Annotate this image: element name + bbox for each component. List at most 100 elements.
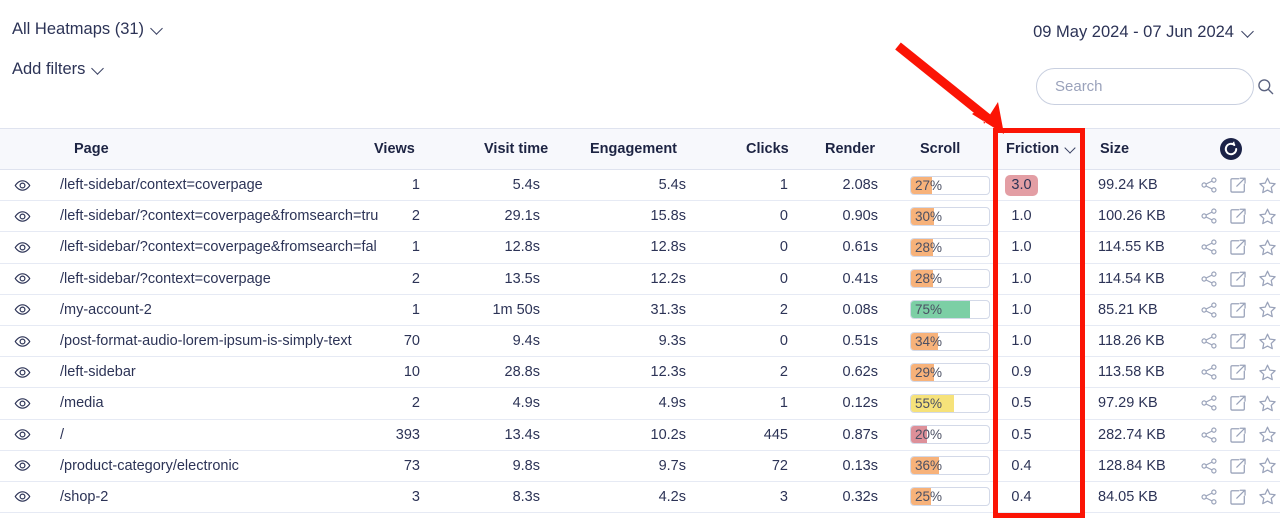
refresh-icon[interactable] [1219, 137, 1243, 161]
add-filters-button[interactable]: Add filters [12, 60, 104, 79]
share-icon[interactable] [1200, 332, 1218, 350]
row-preview-button[interactable] [14, 232, 44, 262]
search-box[interactable] [1036, 68, 1274, 105]
column-header-size[interactable]: Size [1100, 129, 1129, 169]
scroll-progress-bar: 29% [910, 362, 990, 382]
row-preview-button[interactable] [14, 264, 44, 294]
friction-value: 0.5 [1011, 395, 1032, 412]
row-preview-button[interactable] [14, 201, 44, 231]
cell-page[interactable]: /left-sidebar/context=coverpage [60, 170, 382, 200]
date-range-picker[interactable]: 09 May 2024 - 07 Jun 2024 [1033, 23, 1254, 42]
star-icon[interactable] [1258, 207, 1277, 226]
table-row[interactable]: /left-sidebar/?context=coverpage 2 13.5s 12… [0, 263, 1280, 295]
row-preview-button[interactable] [14, 295, 44, 325]
star-icon[interactable] [1258, 394, 1277, 413]
search-input[interactable] [1053, 77, 1256, 96]
cell-page[interactable]: /left-sidebar [60, 357, 382, 387]
star-icon[interactable] [1258, 456, 1277, 475]
cell-page[interactable]: /left-sidebar/?context=coverpage [60, 264, 382, 294]
row-preview-button[interactable] [14, 482, 44, 512]
share-icon[interactable] [1200, 488, 1218, 506]
heatmap-selector[interactable]: All Heatmaps (31) [12, 20, 163, 39]
row-preview-button[interactable] [14, 357, 44, 387]
share-icon[interactable] [1200, 176, 1218, 194]
open-external-icon[interactable] [1229, 207, 1247, 225]
share-icon[interactable] [1200, 301, 1218, 319]
row-preview-button[interactable] [14, 326, 44, 356]
star-icon[interactable] [1258, 238, 1277, 257]
star-icon[interactable] [1258, 269, 1277, 288]
open-external-icon[interactable] [1229, 426, 1247, 444]
open-external-icon[interactable] [1229, 301, 1247, 319]
row-preview-button[interactable] [14, 420, 44, 450]
cell-page[interactable]: /my-account-2 [60, 295, 382, 325]
cell-page[interactable]: /left-sidebar/?context=coverpage&fromsea… [60, 201, 382, 231]
eye-icon[interactable] [14, 488, 31, 505]
eye-icon[interactable] [14, 208, 31, 225]
column-header-scroll[interactable]: Scroll [920, 129, 960, 169]
table-row[interactable]: / 393 13.4s 10.2s 445 0.87s 20% 0.5 282.74 KB [0, 419, 1280, 451]
share-icon[interactable] [1200, 363, 1218, 381]
open-external-icon[interactable] [1229, 394, 1247, 412]
search-icon[interactable] [1256, 77, 1275, 96]
eye-icon[interactable] [14, 333, 31, 350]
open-external-icon[interactable] [1229, 363, 1247, 381]
cell-page[interactable]: / [60, 420, 382, 450]
table-row[interactable]: /left-sidebar/?context=coverpage&fromsea… [0, 232, 1280, 264]
open-external-icon[interactable] [1229, 332, 1247, 350]
open-external-icon[interactable] [1229, 238, 1247, 256]
table-row[interactable]: /post-format-audio-lorem-ipsum-is-simply… [0, 325, 1280, 358]
star-icon[interactable] [1258, 363, 1277, 382]
eye-icon[interactable] [14, 301, 31, 318]
refresh-button[interactable] [1219, 129, 1243, 169]
column-header-views[interactable]: Views [374, 129, 415, 169]
column-header-friction[interactable]: Friction [1006, 129, 1077, 169]
eye-icon[interactable] [14, 395, 31, 412]
table-row[interactable]: /media 2 4.9s 4.9s 1 0.12s 55% 0.5 97.29 KB [0, 388, 1280, 420]
scroll-progress-bar: 30% [910, 206, 990, 226]
star-icon[interactable] [1258, 425, 1277, 444]
cell-page[interactable]: /shop-2 [60, 482, 382, 512]
table-row[interactable]: /left-sidebar/?context=coverpage&fromsea… [0, 201, 1280, 233]
share-icon[interactable] [1200, 394, 1218, 412]
open-external-icon[interactable] [1229, 488, 1247, 506]
cell-page[interactable]: /post-format-audio-lorem-ipsum-is-simply… [60, 326, 382, 356]
table-row[interactable]: /my-account-2 1 1m 50s 31.3s 2 0.08s 75% 1.0 85.… [0, 294, 1280, 326]
eye-icon[interactable] [14, 457, 31, 474]
row-preview-button[interactable] [14, 451, 44, 481]
star-icon[interactable] [1258, 176, 1277, 195]
column-header-page[interactable]: Page [74, 129, 109, 169]
table-row[interactable]: /left-sidebar/context=coverpage 1 5.4s 5.4s… [0, 170, 1280, 202]
share-icon[interactable] [1200, 270, 1218, 288]
share-icon[interactable] [1200, 238, 1218, 256]
column-header-clicks[interactable]: Clicks [746, 129, 789, 169]
table-row[interactable]: /shop-2 3 8.3s 4.2s 3 0.32s 25% 0.4 84.05 KB [0, 481, 1280, 514]
open-external-icon[interactable] [1229, 270, 1247, 288]
cell-page[interactable]: /left-sidebar/?context=coverpage&fromsea… [60, 232, 382, 262]
cell-views: 1 [411, 239, 420, 256]
share-icon[interactable] [1200, 426, 1218, 444]
friction-value: 0.5 [1011, 426, 1032, 443]
table-row[interactable]: /product-category/electronic 73 9.8s 9.7s 72… [0, 450, 1280, 482]
column-header-visit-time[interactable]: Visit time [484, 129, 548, 169]
eye-icon[interactable] [14, 239, 31, 256]
eye-icon[interactable] [14, 177, 31, 194]
cell-page[interactable]: /product-category/electronic [60, 451, 382, 481]
eye-icon[interactable] [14, 426, 31, 443]
open-external-icon[interactable] [1229, 457, 1247, 475]
share-icon[interactable] [1200, 207, 1218, 225]
share-icon[interactable] [1200, 457, 1218, 475]
star-icon[interactable] [1258, 332, 1277, 351]
open-external-icon[interactable] [1229, 176, 1247, 194]
row-preview-button[interactable] [14, 170, 44, 200]
row-preview-button[interactable] [14, 388, 44, 418]
column-header-engagement[interactable]: Engagement [590, 129, 677, 169]
star-icon[interactable] [1258, 300, 1277, 319]
column-header-render[interactable]: Render [825, 129, 875, 169]
cell-page[interactable]: /media [60, 388, 382, 418]
eye-icon[interactable] [14, 270, 31, 287]
eye-icon[interactable] [14, 364, 31, 381]
star-icon[interactable] [1258, 487, 1277, 506]
cell-views: 2 [411, 395, 420, 412]
table-row[interactable]: /left-sidebar 10 28.8s 12.3s 2 0.62s 29% 0.9 113… [0, 357, 1280, 389]
